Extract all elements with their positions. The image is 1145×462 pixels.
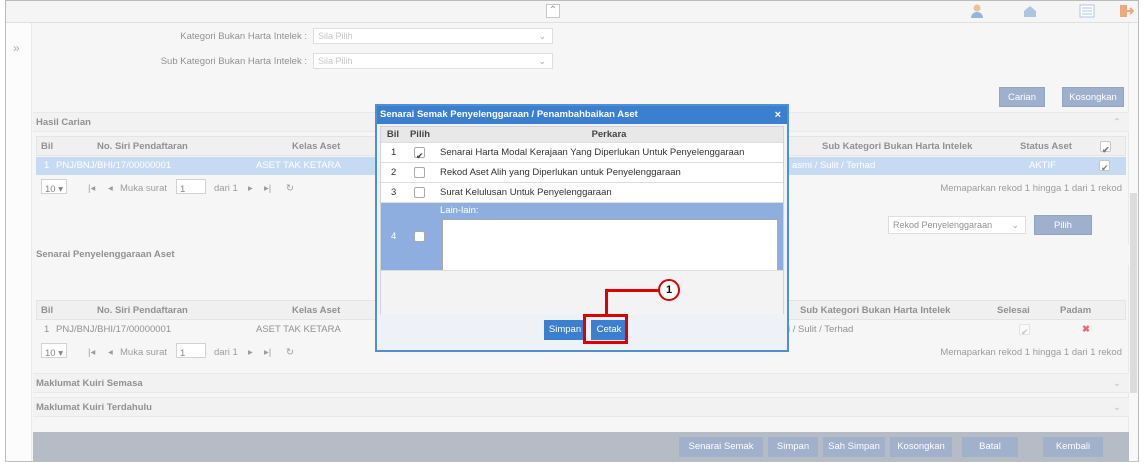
col-bil: Bil bbox=[381, 127, 405, 142]
callout-line bbox=[605, 289, 608, 314]
row-checkbox[interactable] bbox=[414, 143, 425, 166]
checklist-row: 2 Rekod Aset Alih yang Diperlukan untuk … bbox=[381, 162, 783, 182]
lain-lain-textarea[interactable] bbox=[442, 219, 778, 273]
step-marker: 1 bbox=[658, 279, 680, 301]
row-perkara: Rekod Aset Alih yang Diperlukan untuk Pe… bbox=[440, 167, 681, 178]
row-checkbox[interactable] bbox=[414, 203, 425, 270]
col-pilih: Pilih bbox=[405, 127, 435, 142]
dialog-simpan-button[interactable]: Simpan bbox=[544, 320, 586, 340]
row-bil: 2 bbox=[391, 167, 397, 178]
cetak-highlight bbox=[583, 314, 628, 344]
close-icon[interactable]: × bbox=[775, 106, 781, 124]
row-perkara: Senarai Harta Modal Kerajaan Yang Diperl… bbox=[440, 147, 745, 158]
app-window: ⌃ » Kategori Bukan Harta Intelek : Sila … bbox=[5, 0, 1139, 462]
dialog-title-text: Senarai Semak Penyelenggaraan / Penambah… bbox=[380, 109, 638, 120]
row-checkbox[interactable] bbox=[414, 163, 425, 182]
dialog-title: Senarai Semak Penyelenggaraan / Penambah… bbox=[377, 106, 787, 124]
dialog-filler bbox=[381, 270, 783, 314]
checklist-row: 3 Surat Kelulusan Untuk Penyelenggaraan bbox=[381, 182, 783, 202]
callout-line bbox=[605, 289, 664, 292]
row-bil: 1 bbox=[391, 147, 397, 158]
checklist-row: 1 Senarai Harta Modal Kerajaan Yang Dipe… bbox=[381, 142, 783, 166]
row-checkbox[interactable] bbox=[414, 183, 425, 202]
checklist-dialog: Senarai Semak Penyelenggaraan / Penambah… bbox=[375, 104, 789, 352]
checklist-table: Bil Pilih Perkara 1 Senarai Harta Modal … bbox=[380, 126, 784, 314]
row-perkara: Lain-lain: bbox=[440, 205, 479, 216]
col-perkara: Perkara bbox=[435, 127, 783, 142]
checklist-row-selected: 4 Lain-lain: bbox=[381, 202, 783, 273]
row-bil: 4 bbox=[391, 231, 397, 242]
row-bil: 3 bbox=[391, 187, 397, 198]
row-perkara: Surat Kelulusan Untuk Penyelenggaraan bbox=[440, 187, 612, 198]
